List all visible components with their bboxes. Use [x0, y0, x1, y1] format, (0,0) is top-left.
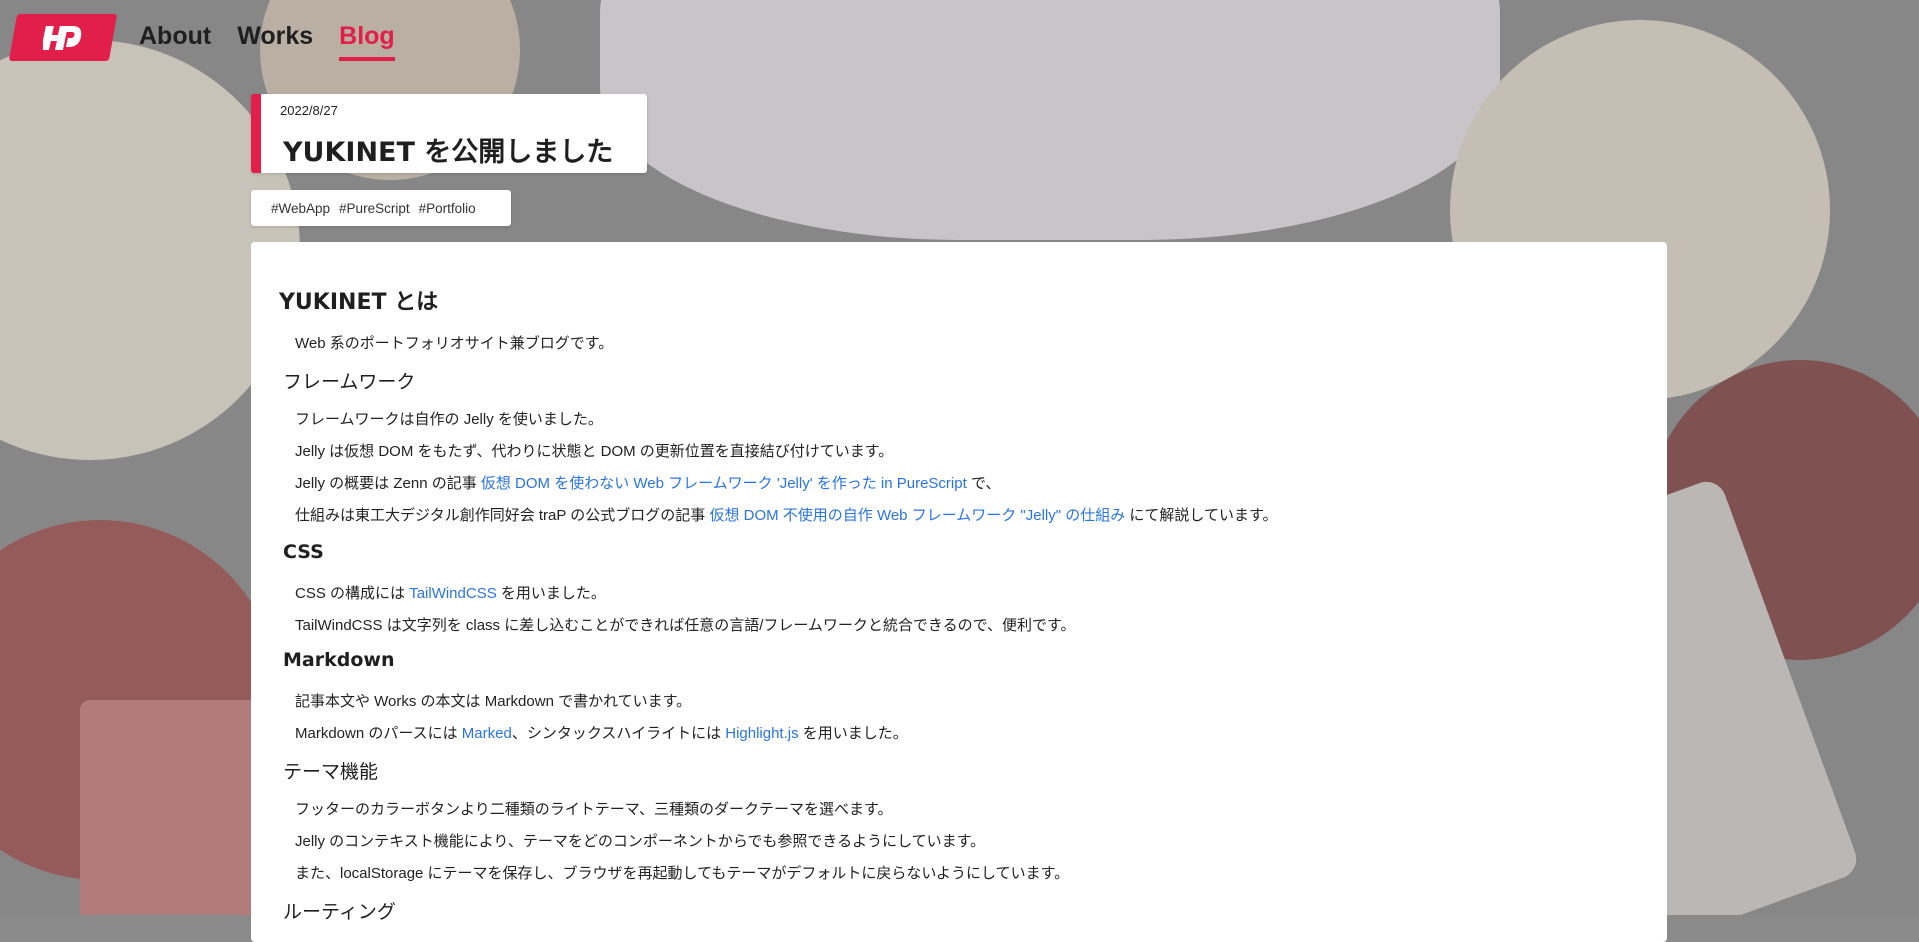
text-segment: 、シンタックスハイライトには [511, 725, 726, 742]
paragraph-css-1: CSS の構成には TailWindCSS を用いました。 [295, 582, 606, 603]
site-logo[interactable] [8, 14, 118, 61]
paragraph-framework-4: 仕組みは東工大デジタル創作同好会 traP の公式ブログの記事 仮想 DOM 不… [295, 504, 1277, 525]
link-tailwindcss[interactable]: TailWindCSS [409, 585, 497, 602]
text-segment: にて解説しています。 [1125, 507, 1278, 524]
post-title: YUKINET を公開しました [283, 137, 614, 168]
post-body: YUKINET とは Web 系のポートフォリオサイト兼ブログです。 フレームワ… [251, 242, 1667, 942]
heading-intro: YUKINET とは [279, 290, 439, 315]
nav-works[interactable]: Works [237, 20, 313, 61]
post-tags: #WebApp #PureScript #Portfolio [251, 190, 511, 226]
paragraph-theme-1: フッターのカラーボタンより二種類のライトテーマ、三種類のダークテーマを選べます。 [295, 801, 893, 818]
link-trap-article[interactable]: 仮想 DOM 不使用の自作 Web フレームワーク "Jelly" の仕組み [709, 507, 1125, 524]
link-marked[interactable]: Marked [462, 725, 512, 742]
tag-webapp[interactable]: #WebApp [271, 201, 330, 216]
heading-framework: フレームワーク [283, 371, 416, 393]
paragraph-theme-3: また、localStorage にテーマを保存し、ブラウザを再起動してもテーマが… [295, 865, 1070, 882]
text-segment: で、 [966, 475, 1001, 492]
text-segment: を用いました。 [798, 725, 908, 742]
paragraph-framework-1: フレームワークは自作の Jelly を使いました。 [295, 411, 603, 428]
text-segment: Jelly の概要は Zenn の記事 [295, 475, 481, 492]
paragraph-theme-2: Jelly のコンテキスト機能により、テーマをどのコンポーネントからでも参照でき… [295, 833, 986, 850]
text-segment: を用いました。 [496, 585, 606, 602]
text-segment: 仕組みは東工大デジタル創作同好会 traP の公式ブログの記事 [295, 507, 710, 524]
tag-portfolio[interactable]: #Portfolio [419, 201, 476, 216]
paragraph-markdown-2: Markdown のパースには Marked、シンタックスハイライトには Hig… [295, 722, 908, 743]
paragraph-intro: Web 系のポートフォリオサイト兼ブログです。 [295, 335, 614, 352]
heading-markdown: Markdown [283, 649, 395, 671]
text-segment: Markdown のパースには [295, 725, 462, 742]
link-zenn-article[interactable]: 仮想 DOM を使わない Web フレームワーク 'Jelly' を作った in… [481, 475, 967, 492]
tag-purescript[interactable]: #PureScript [339, 201, 410, 216]
nav-about[interactable]: About [139, 20, 211, 61]
text-segment: CSS の構成には [295, 585, 410, 602]
paragraph-framework-3: Jelly の概要は Zenn の記事 仮想 DOM を使わない Web フレー… [295, 472, 1000, 493]
post-title-card: 2022/8/27 YUKINET を公開しました [251, 94, 647, 173]
link-highlightjs[interactable]: Highlight.js [725, 725, 798, 742]
heading-routing: ルーティング [283, 901, 396, 923]
heading-css: CSS [283, 541, 324, 563]
paragraph-markdown-1: 記事本文や Works の本文は Markdown で書かれています。 [295, 693, 692, 710]
post-date: 2022/8/27 [280, 103, 338, 118]
logo-mark-icon [43, 25, 82, 50]
paragraph-framework-2: Jelly は仮想 DOM をもたず、代わりに状態と DOM の更新位置を直接結… [295, 443, 894, 460]
paragraph-css-2: TailWindCSS は文字列を class に差し込むことができれば任意の言… [295, 617, 1076, 634]
main-nav: About Works Blog [139, 20, 421, 61]
nav-blog[interactable]: Blog [339, 20, 395, 61]
heading-theme: テーマ機能 [283, 761, 379, 783]
